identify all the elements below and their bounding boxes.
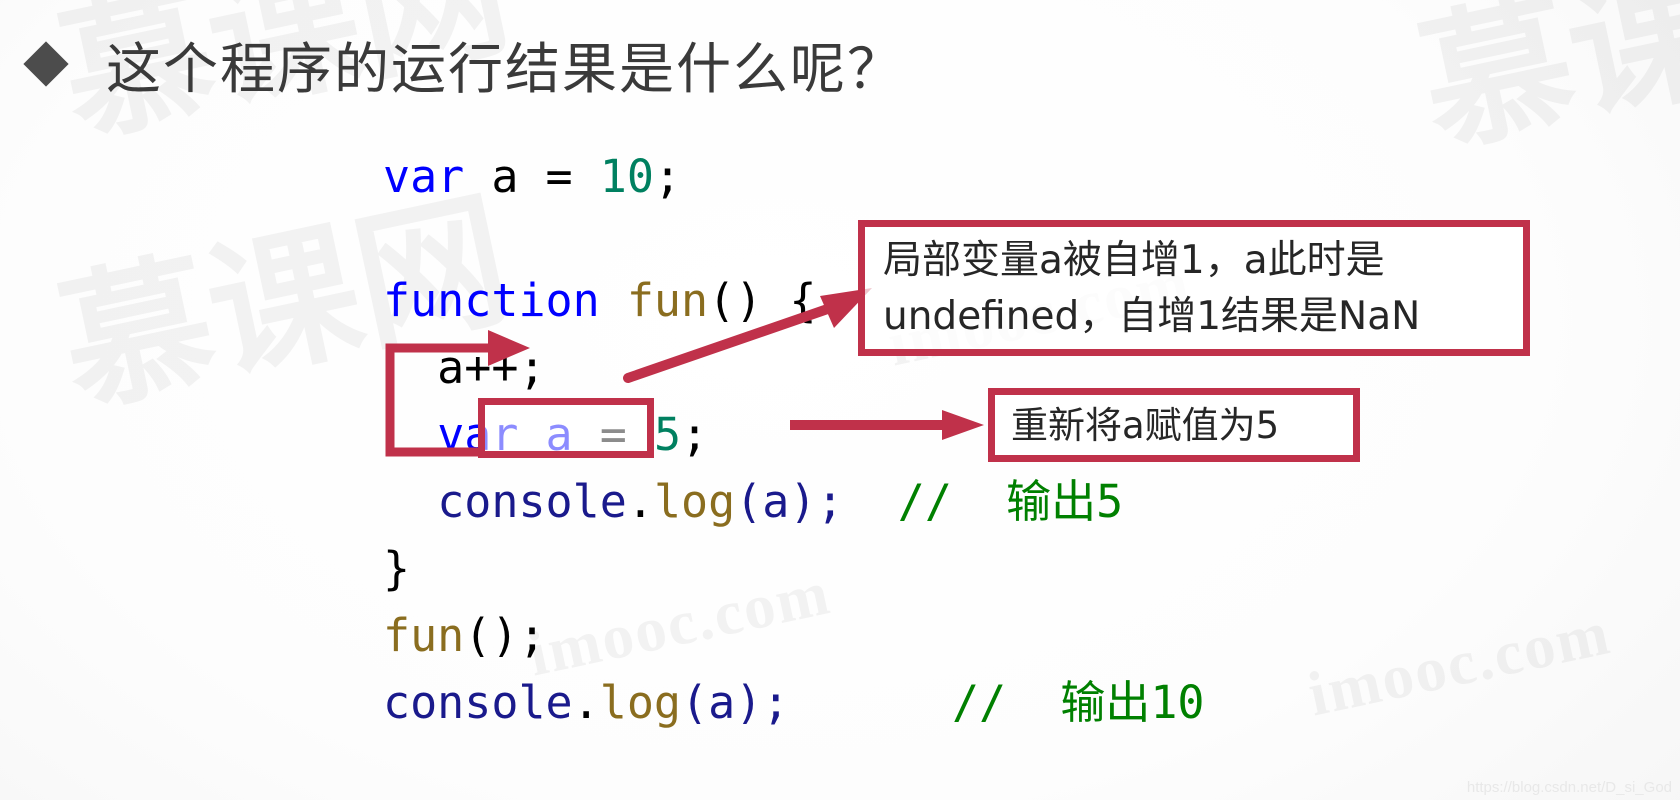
code-token: } [383, 542, 411, 595]
code-token: // 输出10 [951, 676, 1205, 729]
code-line: console.log(a); // 输出10 [383, 669, 1205, 736]
var-a-highlight-box [478, 398, 654, 458]
code-token: (); [464, 609, 546, 662]
slide-canvas: 慕课网 慕课网 慕课网 imooc.com imooc.com imooc.co… [0, 0, 1680, 800]
code-token: (a); [735, 475, 844, 528]
slide-title-row: 这个程序的运行结果是什么呢？ [23, 24, 905, 104]
callout-2-line-1: 重新将a赋值为5 [1011, 404, 1280, 447]
code-token: function [383, 274, 600, 327]
callout-1-line-1: 局部变量a被自增1，a此时是 [883, 238, 1385, 283]
code-token: log [599, 676, 682, 729]
code-token: (a); [681, 676, 790, 729]
code-token: console [437, 475, 627, 528]
callout-box-hoisting: 局部变量a被自增1，a此时是 undefined，自增1结果是NaN [858, 220, 1530, 356]
code-token: ; [653, 150, 682, 203]
code-token: a = [464, 150, 600, 203]
code-line: var a = 10; [383, 143, 1205, 210]
code-line: } [383, 535, 1205, 602]
callout-box-reassign: 重新将a赋值为5 [988, 388, 1360, 462]
imooc-watermark: 慕课网 [1408, 0, 1680, 173]
code-token: . [626, 475, 654, 528]
imooc-watermark-sub: imooc.com [1302, 597, 1616, 729]
code-token: console [383, 676, 573, 729]
code-token: a++; [383, 341, 546, 394]
code-token: ; [681, 408, 709, 461]
source-url-watermark: https://blog.csdn.net/D_si_God [1466, 779, 1672, 796]
page-title: 这个程序的运行结果是什么呢？ [106, 38, 905, 100]
code-token: . [572, 676, 600, 729]
code-token: 10 [599, 150, 654, 203]
imooc-watermark-main: 慕课网 [1408, 0, 1680, 173]
diamond-bullet-icon [23, 41, 69, 87]
imooc-watermark: imooc.com [1288, 530, 1619, 740]
code-token: 5 [653, 408, 682, 461]
code-token: var [383, 150, 465, 203]
code-token: fun [383, 609, 465, 662]
code-line: console.log(a); // 输出5 [383, 468, 1205, 535]
code-token: fun [626, 274, 709, 327]
code-token: log [653, 475, 736, 528]
callout-1-line-2: undefined，自增1结果是NaN [883, 294, 1421, 339]
code-token: () { [708, 274, 817, 327]
code-line: fun(); [383, 602, 1205, 669]
code-token: // 输出5 [897, 475, 1124, 528]
